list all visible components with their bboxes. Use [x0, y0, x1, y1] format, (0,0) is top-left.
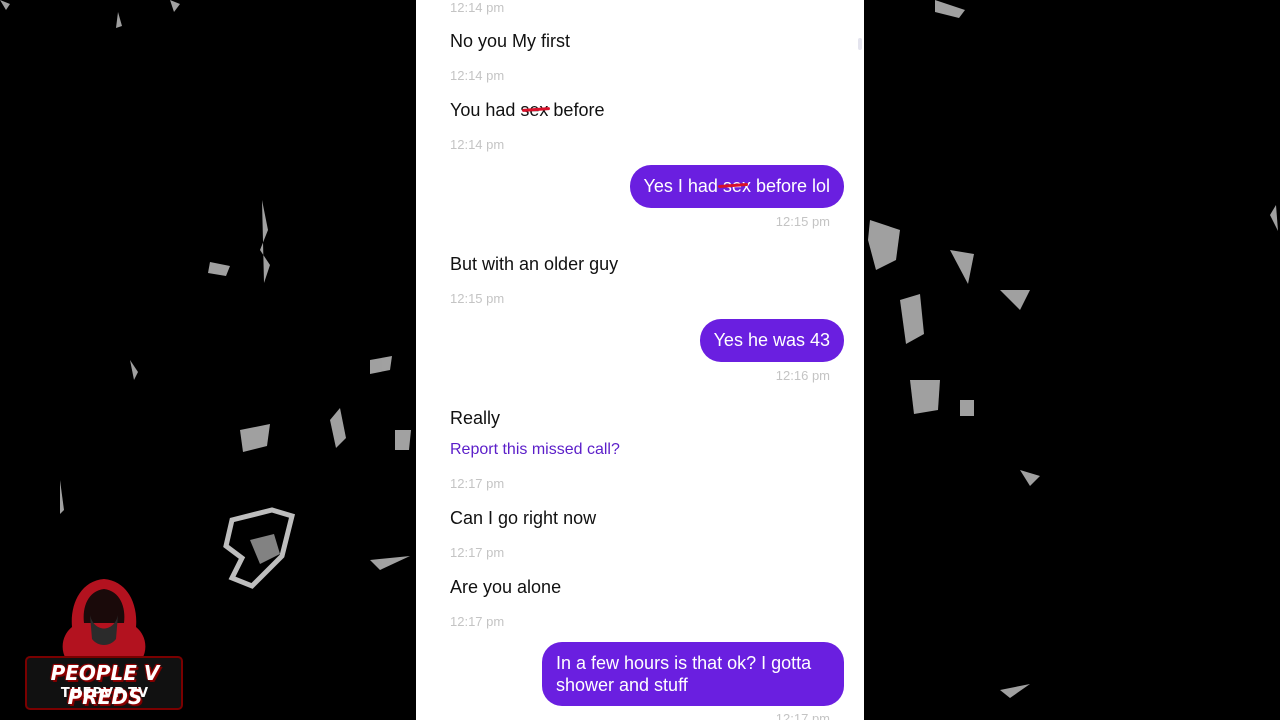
- incoming-message: Can I go right now: [450, 508, 597, 528]
- timestamp: 12:15 pm: [775, 214, 830, 229]
- timestamp: 12:16 pm: [775, 368, 830, 383]
- scrollbar-thumb[interactable]: [858, 38, 862, 50]
- incoming-message: But with an older guy: [450, 254, 619, 274]
- outgoing-message[interactable]: Yes he was 43: [699, 319, 844, 362]
- incoming-message: Are you alone: [450, 577, 562, 597]
- message-text: In a few hours is that ok? I gotta showe…: [556, 653, 812, 695]
- outgoing-message[interactable]: In a few hours is that ok? I gotta showe…: [542, 642, 844, 706]
- incoming-message: No you My first: [450, 31, 571, 51]
- timestamp: 12:17 pm: [450, 614, 505, 629]
- chat-screen[interactable]: 12:14 pm No you My first 12:14 pm You ha…: [416, 0, 864, 720]
- timestamp: 12:14 pm: [450, 0, 505, 15]
- timestamp: 12:17 pm: [775, 711, 830, 720]
- timestamp: 12:17 pm: [450, 545, 505, 560]
- channel-logo: PEOPLE V PREDS THEPVP.TV: [18, 575, 190, 710]
- timestamp: 12:14 pm: [450, 68, 505, 83]
- report-missed-call-link[interactable]: Report this missed call?: [450, 441, 620, 459]
- timestamp: 12:14 pm: [450, 137, 505, 152]
- logo-url: THEPVP.TV: [60, 686, 150, 701]
- timestamp: 12:15 pm: [450, 291, 505, 306]
- logo-title: PEOPLE V PREDS: [50, 661, 160, 709]
- timestamp: 12:17 pm: [450, 476, 505, 491]
- incoming-message: Really: [450, 408, 501, 428]
- message-text: Yes he was 43: [713, 330, 830, 350]
